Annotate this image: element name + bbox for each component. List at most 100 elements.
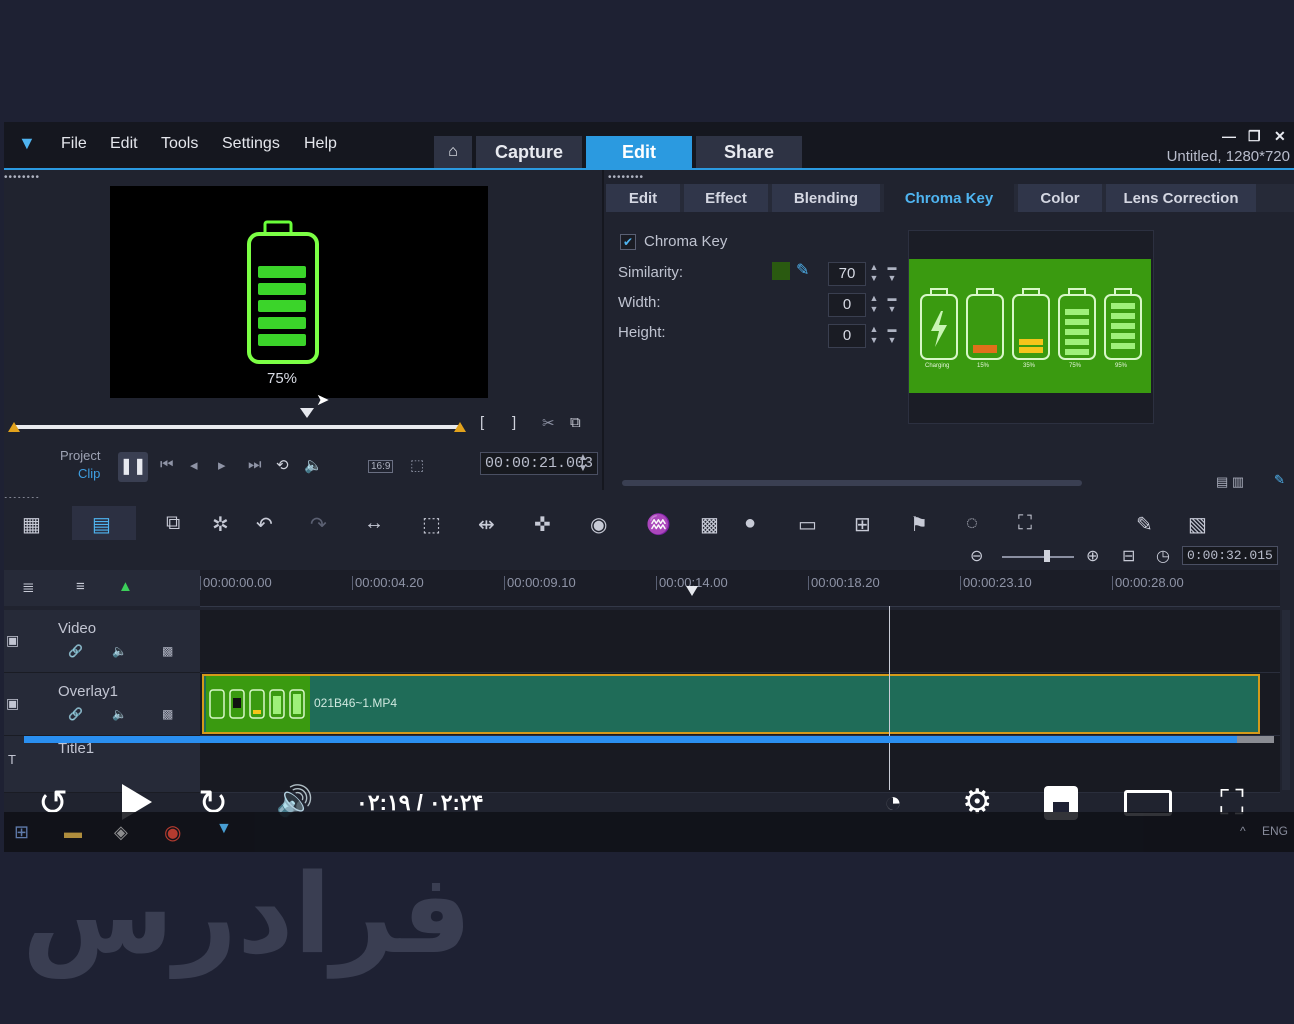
tab-options-lens-correction[interactable]: Lens Correction: [1106, 184, 1256, 212]
title-icon[interactable]: ▭: [798, 512, 817, 537]
timeline-ruler[interactable]: 00:00:00.00 00:00:04.20 00:00:09.10 00:0…: [200, 570, 1280, 607]
overlay-clip[interactable]: 021B46~1.MP4: [202, 674, 1260, 734]
windows-start-icon[interactable]: ⊞: [14, 822, 29, 843]
record-icon[interactable]: ◉: [590, 512, 607, 537]
fit-timeline-icon[interactable]: ⊟: [1122, 546, 1135, 566]
key-color-swatch[interactable]: [772, 262, 790, 280]
copy-attributes-icon[interactable]: ⧉: [166, 512, 180, 535]
tools-icon[interactable]: ✲: [212, 512, 229, 537]
app-taskbar-icon[interactable]: ◈: [114, 822, 128, 843]
tab-options-effect[interactable]: Effect: [684, 184, 768, 212]
mark-in-button[interactable]: [: [480, 414, 484, 431]
split-icon[interactable]: ⇹: [478, 512, 495, 537]
language-indicator[interactable]: ENG: [1262, 824, 1288, 838]
scrubber-bar[interactable]: [14, 425, 462, 429]
chapter-icon[interactable]: ≡: [76, 578, 85, 595]
enlarge-preview-icon[interactable]: ⧉: [570, 414, 581, 431]
go-to-start-icon[interactable]: ⏮: [160, 456, 174, 473]
redo-icon[interactable]: ↷: [310, 512, 327, 537]
width-slider-toggle[interactable]: ▬ ▼: [886, 293, 898, 315]
trim-start-marker[interactable]: [8, 422, 20, 432]
multicam-icon[interactable]: ▩: [700, 512, 719, 537]
next-frame-icon[interactable]: ▸: [218, 456, 226, 474]
mark-out-button[interactable]: ]: [512, 414, 516, 431]
mask-icon[interactable]: ●: [744, 512, 756, 535]
height-input[interactable]: 0: [828, 324, 866, 348]
pan-zoom-icon[interactable]: ⬚: [422, 512, 441, 537]
height-spinner[interactable]: ▲ ▼: [868, 324, 880, 346]
tab-edit[interactable]: Edit: [586, 136, 692, 168]
chrome-icon[interactable]: ◉: [164, 820, 181, 845]
link-icon[interactable]: 🔗: [68, 644, 83, 658]
screen-capture-icon[interactable]: ⛶: [1018, 512, 1032, 535]
sound-mixer-icon[interactable]: ▧: [1188, 512, 1207, 537]
video-track[interactable]: [200, 610, 1280, 673]
trim-end-marker[interactable]: [454, 422, 466, 432]
width-spinner[interactable]: ▲ ▼: [868, 293, 880, 315]
minimize-icon[interactable]: —: [1222, 128, 1236, 144]
playhead-marker[interactable]: [686, 586, 698, 596]
eyedropper-icon[interactable]: ✎: [796, 260, 809, 280]
zoom-slider-thumb[interactable]: [1044, 550, 1050, 562]
file-explorer-icon[interactable]: ▬: [64, 822, 82, 843]
track-manager-icon[interactable]: ≣: [22, 578, 35, 596]
zoom-out-icon[interactable]: ⊖: [970, 546, 983, 566]
panel-grip[interactable]: ••••••••: [4, 172, 40, 183]
home-button[interactable]: ⌂: [434, 136, 472, 168]
options-grip[interactable]: ••••••••: [608, 172, 644, 183]
edit-subtitle-icon[interactable]: ✎: [1136, 512, 1153, 537]
track-grid-icon[interactable]: ▩: [162, 644, 173, 658]
menu-tools[interactable]: Tools: [161, 135, 198, 153]
menu-edit[interactable]: Edit: [110, 135, 138, 153]
options-scrollbar[interactable]: [622, 480, 1082, 486]
mode-clip[interactable]: Clip: [78, 466, 100, 481]
timeline-vertical-scrollbar[interactable]: [1282, 610, 1290, 790]
tab-options-chroma-key[interactable]: Chroma Key: [884, 184, 1014, 212]
tab-options-edit[interactable]: Edit: [606, 184, 680, 212]
track-volume-icon[interactable]: 🔈: [112, 707, 127, 721]
view-icons[interactable]: ▤ ▥: [1216, 474, 1244, 490]
split-screen-icon[interactable]: ⊞: [854, 512, 871, 537]
title-track[interactable]: [200, 736, 1280, 793]
link-icon[interactable]: 🔗: [68, 707, 83, 721]
mode-project[interactable]: Project: [60, 448, 100, 463]
track-volume-icon[interactable]: 🔈: [112, 644, 127, 658]
editor-taskbar-icon[interactable]: ▼: [216, 820, 232, 838]
menu-settings[interactable]: Settings: [222, 135, 280, 153]
aspect-ratio-button[interactable]: 16:9: [368, 460, 394, 473]
width-input[interactable]: 0: [828, 293, 866, 317]
similarity-slider-toggle[interactable]: ▬ ▼: [886, 262, 898, 284]
audio-wave-icon[interactable]: ♒: [646, 512, 671, 537]
menu-help[interactable]: Help: [304, 135, 337, 153]
scrubber-handle[interactable]: [300, 408, 314, 418]
menu-file[interactable]: File: [61, 135, 87, 153]
timecode-spinner-icon[interactable]: ▲ ▼: [578, 452, 588, 474]
similarity-input[interactable]: 70: [828, 262, 866, 286]
scissors-icon[interactable]: ✂: [542, 414, 555, 432]
tab-options-blending[interactable]: Blending: [772, 184, 880, 212]
crop-icon[interactable]: ✜: [534, 512, 551, 537]
tab-share[interactable]: Share: [696, 136, 802, 168]
volume-icon[interactable]: 🔈: [304, 456, 323, 474]
fit-to-project-icon[interactable]: ↔: [364, 512, 384, 535]
tab-capture[interactable]: Capture: [476, 136, 582, 168]
timeline-view-button[interactable]: ▤: [72, 506, 136, 540]
restore-icon[interactable]: ❐: [1248, 128, 1261, 145]
lasso-icon[interactable]: ◌: [966, 512, 978, 535]
zoom-slider[interactable]: [1002, 556, 1074, 558]
close-icon[interactable]: ✕: [1274, 128, 1286, 145]
go-to-end-icon[interactable]: ⏭: [248, 456, 262, 473]
height-slider-toggle[interactable]: ▬ ▼: [886, 324, 898, 346]
edit-options-icon[interactable]: ✎: [1274, 472, 1285, 488]
pause-button[interactable]: ❚❚: [118, 452, 148, 482]
previous-frame-icon[interactable]: ◂: [190, 456, 198, 474]
motion-tracking-icon[interactable]: ⚑: [910, 512, 928, 537]
undo-icon[interactable]: ↶: [256, 512, 273, 537]
zoom-in-icon[interactable]: ⊕: [1086, 546, 1099, 566]
similarity-spinner[interactable]: ▲ ▼: [868, 262, 880, 284]
add-marker-icon[interactable]: ▲: [118, 578, 133, 595]
chroma-key-checkbox[interactable]: ✔: [620, 234, 636, 250]
storyboard-view-icon[interactable]: ▦: [22, 512, 41, 537]
track-grid-icon[interactable]: ▩: [162, 707, 173, 721]
tray-chevron-icon[interactable]: ^: [1240, 824, 1246, 838]
